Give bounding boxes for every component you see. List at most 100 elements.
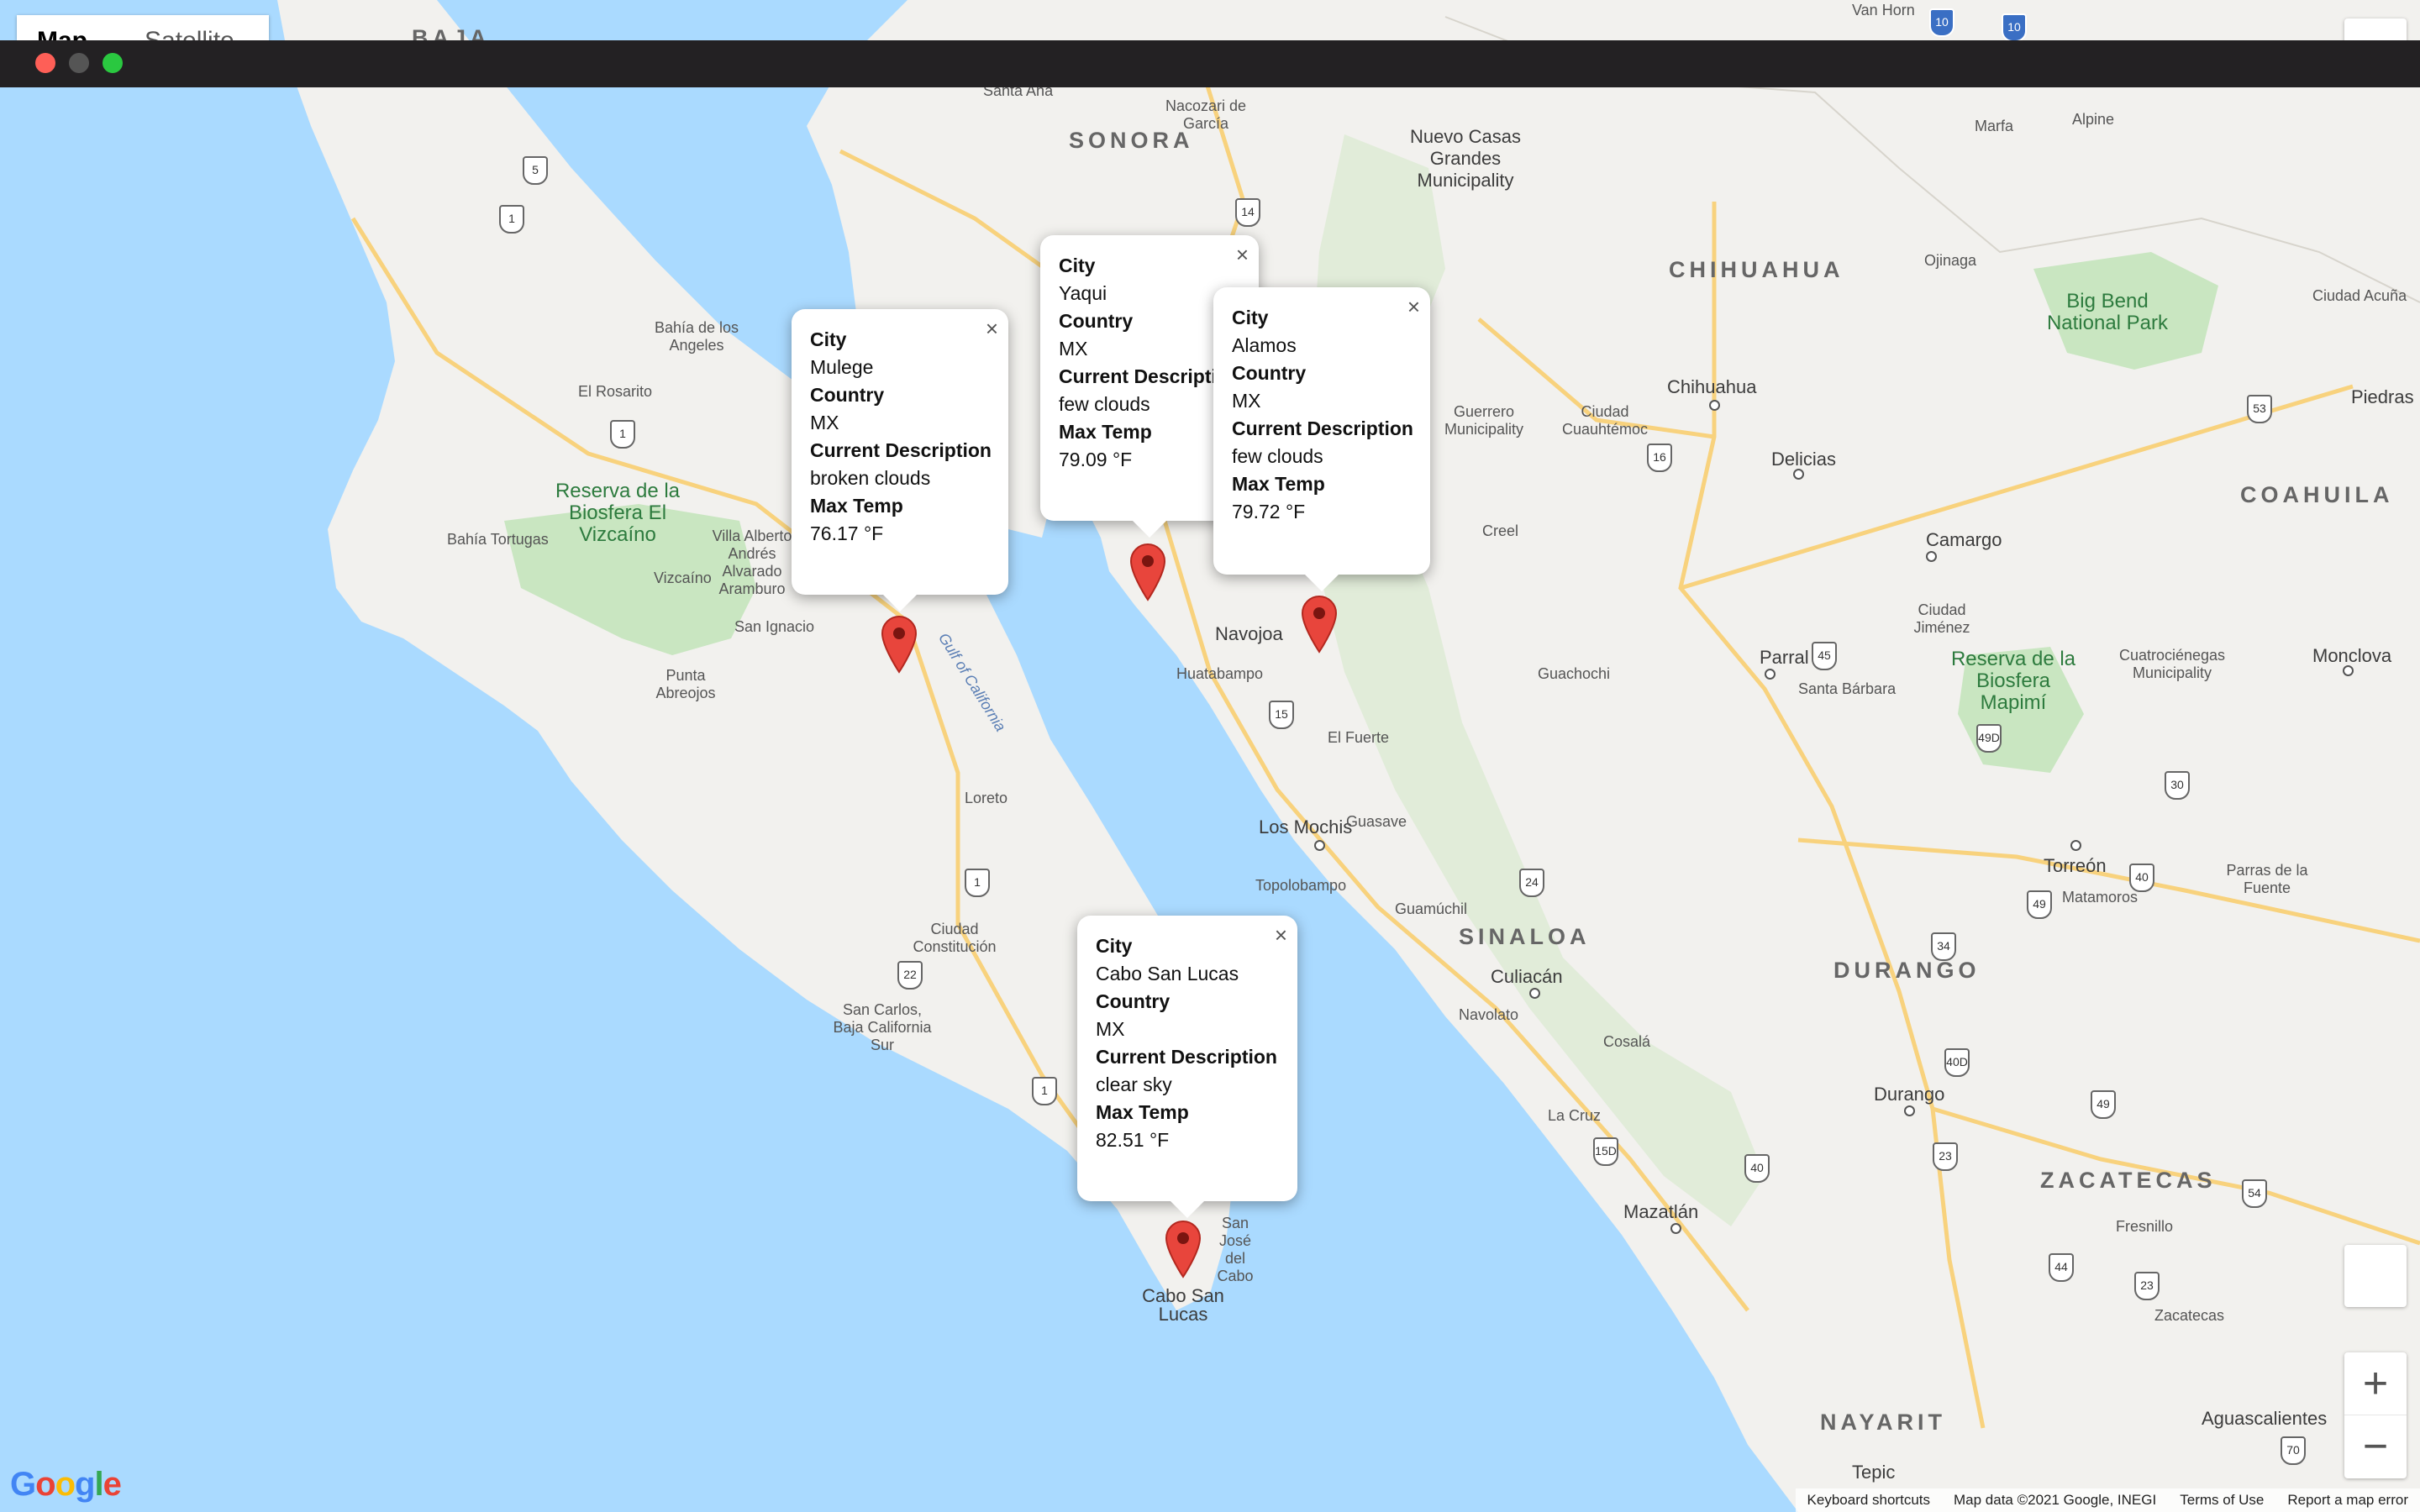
google-logo[interactable]: Google xyxy=(10,1466,122,1504)
highway-shield: 44 xyxy=(2049,1253,2074,1282)
map-label-durango-city: Durango xyxy=(1874,1084,1945,1105)
highway-shield: 1 xyxy=(1032,1077,1057,1105)
tab-satellite[interactable]: Satellite xyxy=(145,27,234,40)
info-window-mulege: × City Mulege Country MX Current Descrip… xyxy=(792,309,1008,612)
map-marker-mulege[interactable] xyxy=(879,613,919,674)
max-temp-label: Max Temp xyxy=(1232,473,1325,495)
map-label-vizcaino: Vizcaíno xyxy=(654,570,712,586)
max-temp-label: Max Temp xyxy=(1096,1101,1189,1123)
map-type-control[interactable]: Map Satellite xyxy=(17,15,269,40)
close-icon[interactable]: × xyxy=(1407,294,1420,320)
map-label-loreto: Loreto xyxy=(965,790,1008,806)
highway-shield: 1 xyxy=(499,205,524,234)
city-dot xyxy=(1904,1105,1915,1116)
map-label-camargo: Camargo xyxy=(1926,529,2002,550)
close-icon[interactable]: × xyxy=(1236,242,1249,268)
highway-shield: 30 xyxy=(2165,771,2190,800)
country-label: Country xyxy=(1096,990,1171,1012)
terms-of-use-link[interactable]: Terms of Use xyxy=(2168,1492,2275,1509)
popup-tail xyxy=(1133,521,1166,538)
highway-shield: 15 xyxy=(1269,701,1294,729)
close-icon[interactable]: × xyxy=(986,316,998,342)
city-value: Mulege xyxy=(810,356,874,378)
max-temp-value: 79.72 °F xyxy=(1232,501,1306,522)
max-temp-value: 82.51 °F xyxy=(1096,1129,1170,1151)
map-label-mazatlan: Mazatlán xyxy=(1623,1201,1699,1222)
highway-shield: 23 xyxy=(2134,1272,2160,1300)
highway-shield: 23 xyxy=(1933,1142,1958,1171)
close-window-button[interactable] xyxy=(35,53,55,73)
map-label-bahia-tortugas: Bahía Tortugas xyxy=(447,531,549,548)
country-value: MX xyxy=(1096,1018,1125,1040)
map-label-navojoa: Navojoa xyxy=(1215,623,1283,644)
pegman-control[interactable] xyxy=(2344,1245,2407,1307)
map-label-el-fuerte: El Fuerte xyxy=(1328,729,1390,746)
map-label-nuevo-casas-grandes: Nuevo Casas Grandes Municipality xyxy=(1409,126,1522,191)
max-temp-value: 76.17 °F xyxy=(810,522,884,544)
map-marker-yaqui[interactable] xyxy=(1128,541,1168,601)
map-label-fresnillo: Fresnillo xyxy=(2116,1218,2174,1235)
map-label-creel: Creel xyxy=(1482,522,1519,539)
description-label: Current Description xyxy=(1096,1046,1277,1068)
map-canvas[interactable]: SONORA CHIHUAHUA COAHUILA SINALOA DURANG… xyxy=(0,0,2420,1512)
description-label: Current Description xyxy=(1059,365,1232,387)
city-dot xyxy=(2070,840,2081,851)
info-window-cabo-san-lucas: × City Cabo San Lucas Country MX Current… xyxy=(1077,916,1297,1218)
country-label: Country xyxy=(1232,362,1307,384)
map-label-monclova: Monclova xyxy=(2312,645,2392,666)
zoom-in-button[interactable]: + xyxy=(2344,1352,2407,1415)
highway-shield: 14 xyxy=(1235,198,1260,227)
map-label-culiacan: Culiacán xyxy=(1491,966,1563,987)
map-label-tepic: Tepic xyxy=(1852,1462,1896,1483)
close-icon[interactable]: × xyxy=(1275,922,1287,948)
map-marker-cabo-san-lucas[interactable] xyxy=(1163,1218,1203,1278)
city-dot xyxy=(1793,469,1804,480)
map-label-nayarit: NAYARIT xyxy=(1820,1410,1947,1435)
map-label-cuatrocienegas: Cuatrociénegas Municipality xyxy=(2118,647,2226,681)
map-label-guasave: Guasave xyxy=(1346,813,1407,830)
highway-shield: 49 xyxy=(2091,1090,2116,1119)
city-dot xyxy=(2343,665,2354,676)
highway-shield: 1 xyxy=(610,420,635,449)
map-label-alpine: Alpine xyxy=(2072,111,2115,128)
window-title-bar xyxy=(0,40,2420,87)
map-label-cuauhtemoc: Ciudad Cuauhtémoc xyxy=(1561,403,1649,438)
city-dot xyxy=(1314,840,1325,851)
map-marker-alamos[interactable] xyxy=(1299,593,1339,654)
zoom-control: + − xyxy=(2344,1352,2407,1478)
highway-shield: 22 xyxy=(897,961,923,990)
map-label-delicias: Delicias xyxy=(1771,449,1837,470)
zoom-out-button[interactable]: − xyxy=(2344,1415,2407,1478)
map-label-big-bend: Big Bend National Park xyxy=(2046,290,2169,334)
map-label-mapimi-reserve: Reserva de la Biosfera Mapimí xyxy=(1950,648,2076,714)
country-label: Country xyxy=(1059,310,1134,332)
description-label: Current Description xyxy=(810,439,992,461)
highway-shield: 16 xyxy=(1647,444,1672,472)
map-label-torreon: Torreón xyxy=(2044,855,2107,876)
map-label-los-mochis: Los Mochis xyxy=(1259,816,1353,837)
map-label-zacatecas-city: Zacatecas xyxy=(2154,1307,2225,1324)
map-label-parral: Parral xyxy=(1760,647,1809,668)
report-map-error-link[interactable]: Report a map error xyxy=(2275,1492,2420,1509)
city-dot xyxy=(1670,1223,1681,1234)
interstate-shield: 10 xyxy=(1929,8,1954,37)
minimize-window-button[interactable] xyxy=(69,53,89,73)
keyboard-shortcuts-link[interactable]: Keyboard shortcuts xyxy=(1796,1492,1942,1509)
city-dot xyxy=(1709,400,1720,411)
map-label-van-horn: Van Horn xyxy=(1852,2,1915,18)
map-data-attribution: Map data ©2021 Google, INEGI xyxy=(1954,1492,2157,1508)
map-label-topolobampo: Topolobampo xyxy=(1255,877,1347,894)
map-label-san-ignacio: San Ignacio xyxy=(734,618,815,635)
country-label: Country xyxy=(810,384,885,406)
map-label-cabo-san-lucas: Cabo San Lucas xyxy=(1142,1285,1224,1325)
max-temp-label: Max Temp xyxy=(1059,421,1152,443)
tab-map[interactable]: Map xyxy=(37,27,87,40)
highway-shield: 54 xyxy=(2242,1179,2267,1208)
highway-shield: 45 xyxy=(1812,642,1837,670)
map-label-sinaloa: SINALOA xyxy=(1459,924,1591,949)
highway-shield: 40D xyxy=(1944,1048,1970,1077)
zoom-window-button[interactable] xyxy=(103,53,123,73)
description-value: clear sky xyxy=(1096,1074,1172,1095)
highway-shield: 49D xyxy=(1976,724,2002,753)
city-dot xyxy=(1765,669,1776,680)
